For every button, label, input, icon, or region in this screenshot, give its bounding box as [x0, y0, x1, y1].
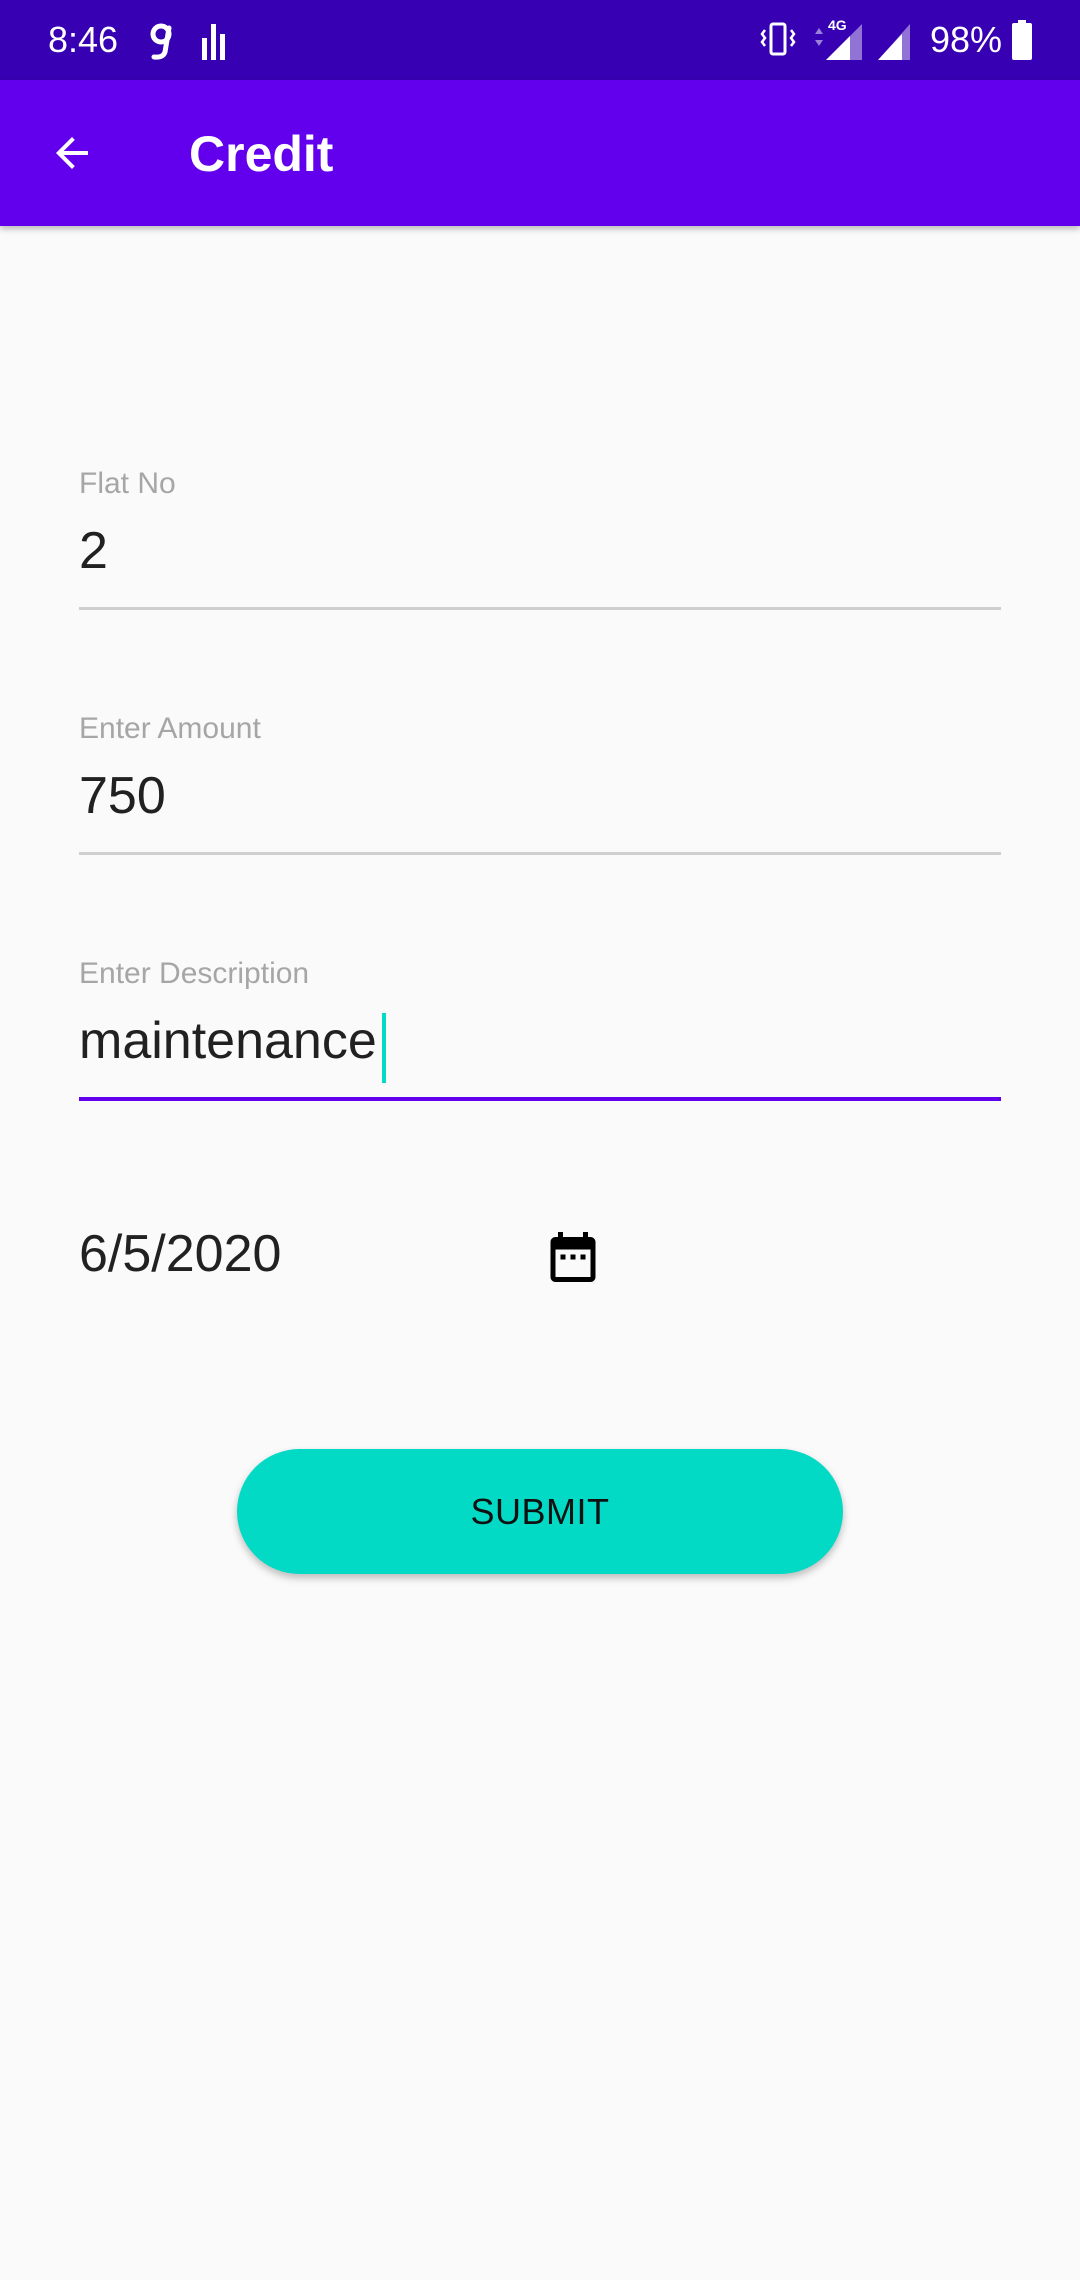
text-cursor [382, 1013, 386, 1083]
vibrate-icon [760, 22, 796, 56]
amount-underline [79, 852, 1001, 855]
back-button[interactable] [36, 117, 108, 189]
calendar-button[interactable] [538, 1222, 608, 1292]
battery-icon [1012, 20, 1032, 60]
g-app-icon [150, 23, 172, 60]
battery-percent: 98% [930, 19, 1003, 60]
amount-input[interactable] [79, 760, 1001, 832]
flat-no-label: Flat No [79, 467, 176, 500]
flat-no-underline [79, 607, 1001, 610]
bar-chart-icon [202, 24, 225, 60]
app-bar: Credit [0, 80, 1080, 226]
network-type-label: 4G [828, 17, 847, 33]
page-title: Credit [189, 126, 334, 182]
arrow-back-icon [56, 137, 88, 169]
amount-label: Enter Amount [79, 712, 261, 745]
signal-icon [878, 24, 910, 60]
signal-4g-icon: 4G [815, 17, 862, 60]
status-bar: 8:46 4G 98% [0, 0, 1080, 80]
description-input[interactable] [79, 1005, 1001, 1077]
calendar-icon [550, 1232, 596, 1282]
description-label: Enter Description [79, 957, 310, 990]
submit-button[interactable]: SUBMIT [237, 1449, 843, 1574]
date-value[interactable]: 6/5/2020 [79, 1218, 281, 1290]
flat-no-input[interactable] [79, 515, 1001, 587]
description-underline [79, 1097, 1001, 1101]
status-time: 8:46 [48, 19, 119, 60]
